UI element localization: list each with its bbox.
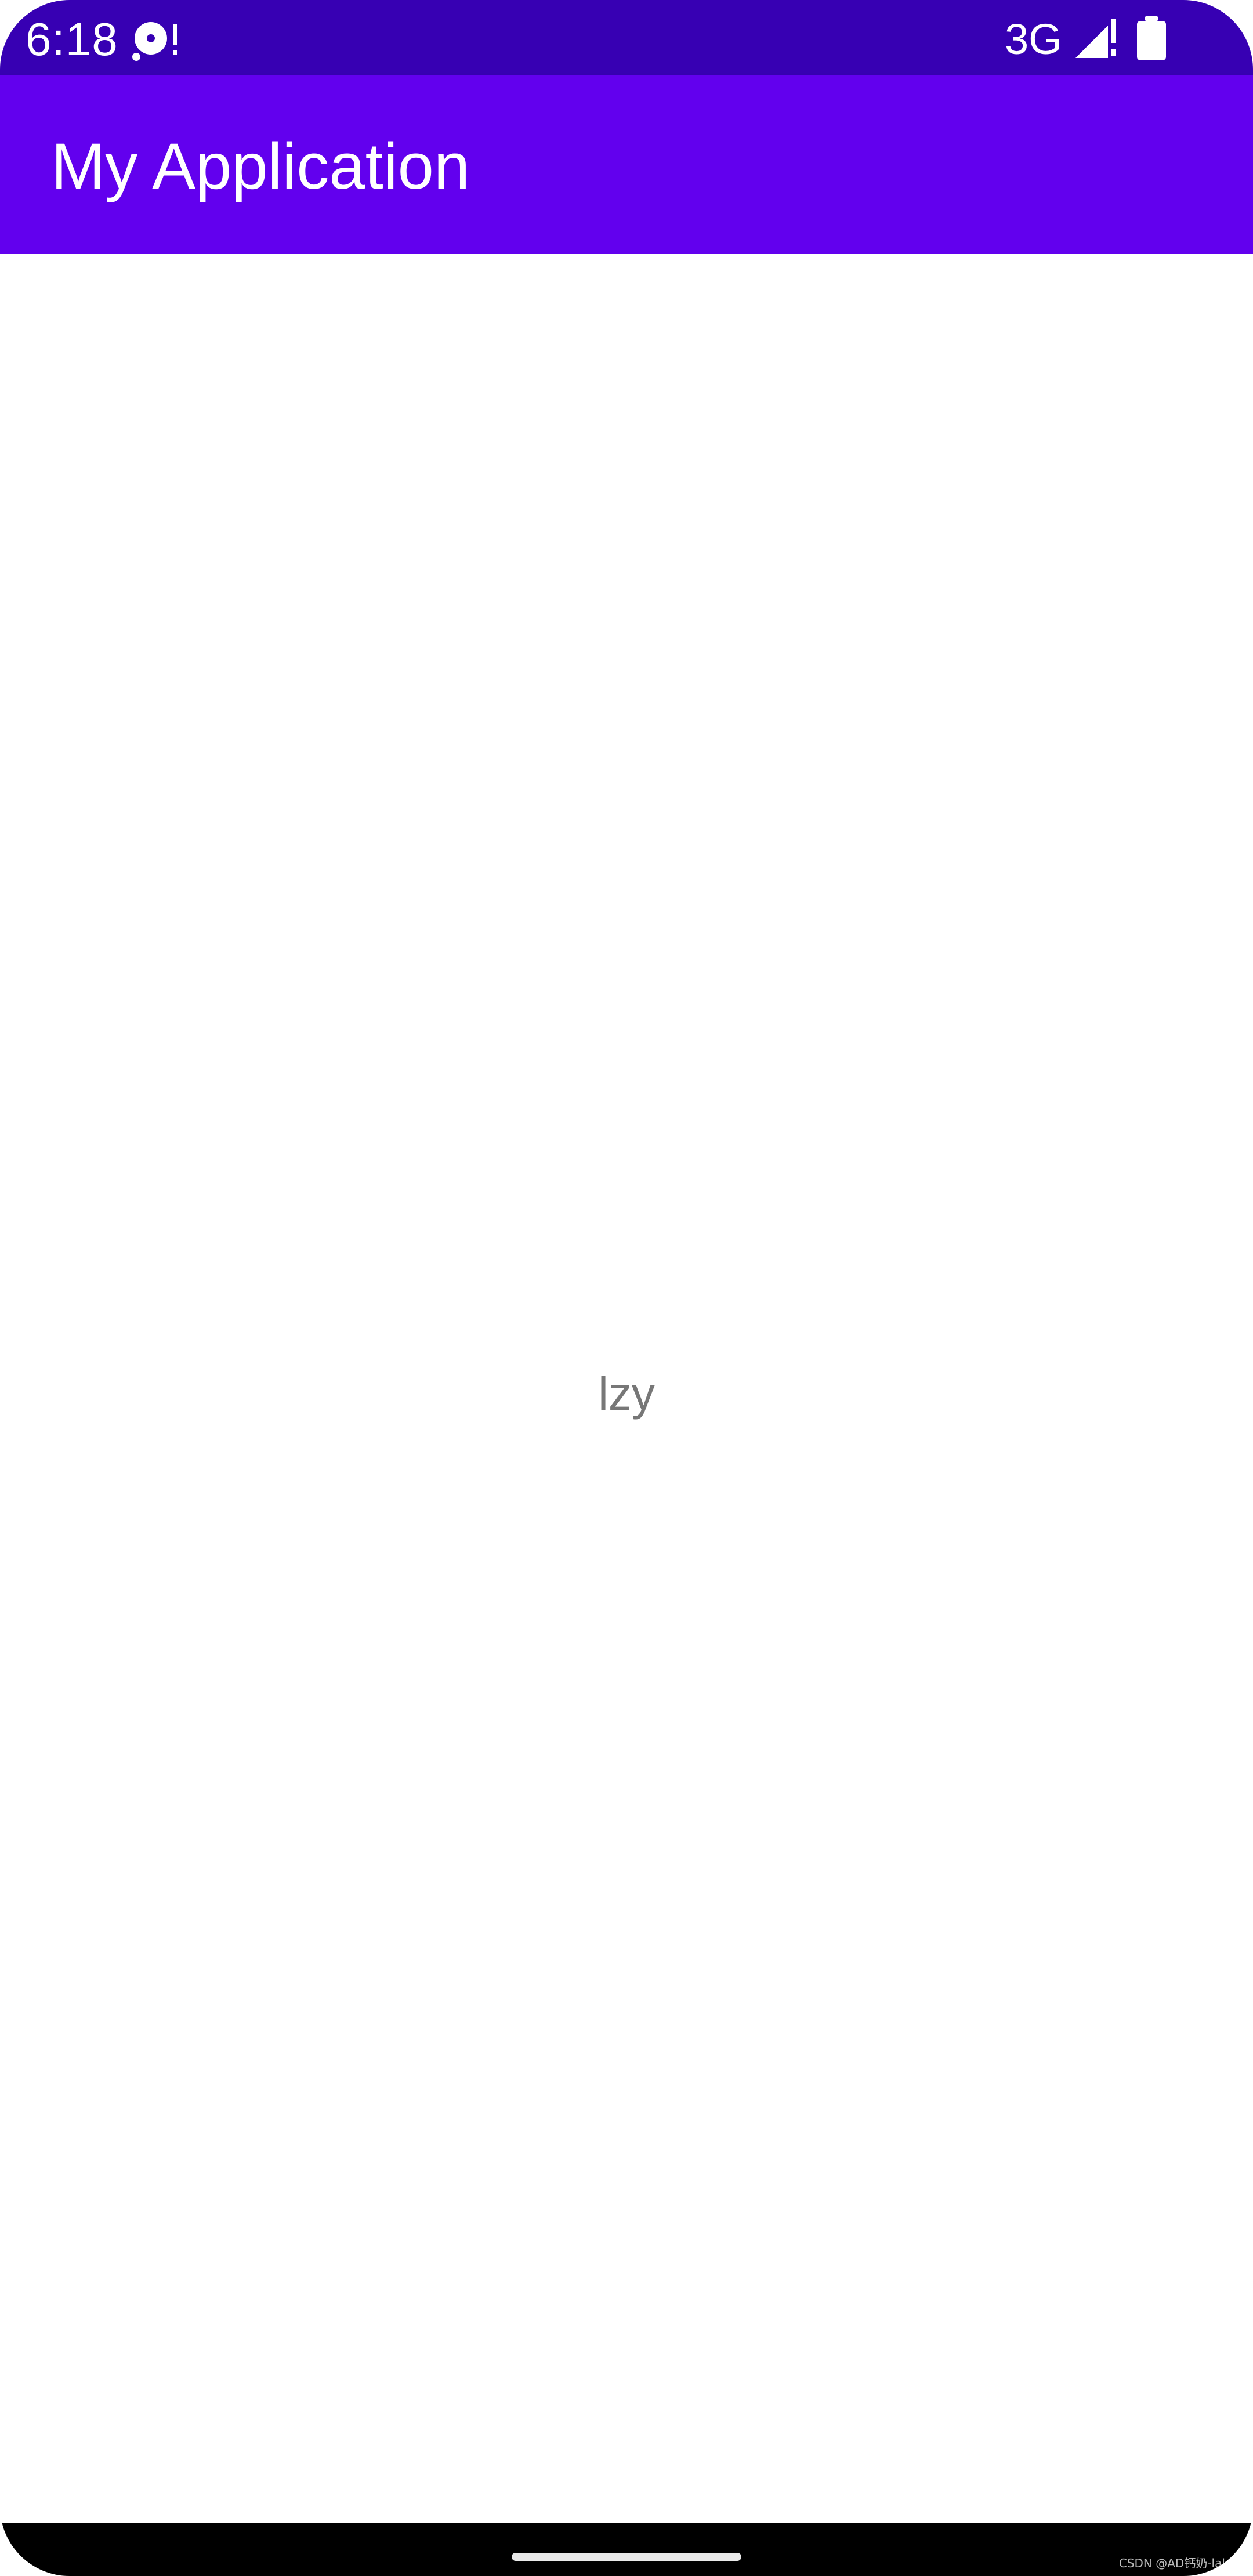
status-time: 6:18 [26, 13, 118, 65]
watermark-text: CSDN @AD钙奶-lalala [1118, 2556, 1243, 2570]
cellular-signal-alert-icon [1075, 19, 1116, 58]
app-bar: My Application [0, 75, 1253, 254]
battery-icon [1137, 16, 1166, 60]
navigation-bar: CSDN @AD钙奶-lalala [0, 2523, 1253, 2576]
main-content: lzy [0, 254, 1253, 2523]
home-gesture-handle[interactable] [512, 2553, 741, 2561]
media-alert-icon [132, 22, 177, 61]
phone-screen: 6:18 3G My Application lzy CSDN @AD钙奶-la… [0, 0, 1253, 2576]
app-title: My Application [51, 130, 470, 202]
status-bar: 6:18 3G [0, 0, 1253, 75]
network-type: 3G [1005, 15, 1062, 63]
center-text-label: lzy [598, 1368, 655, 1420]
